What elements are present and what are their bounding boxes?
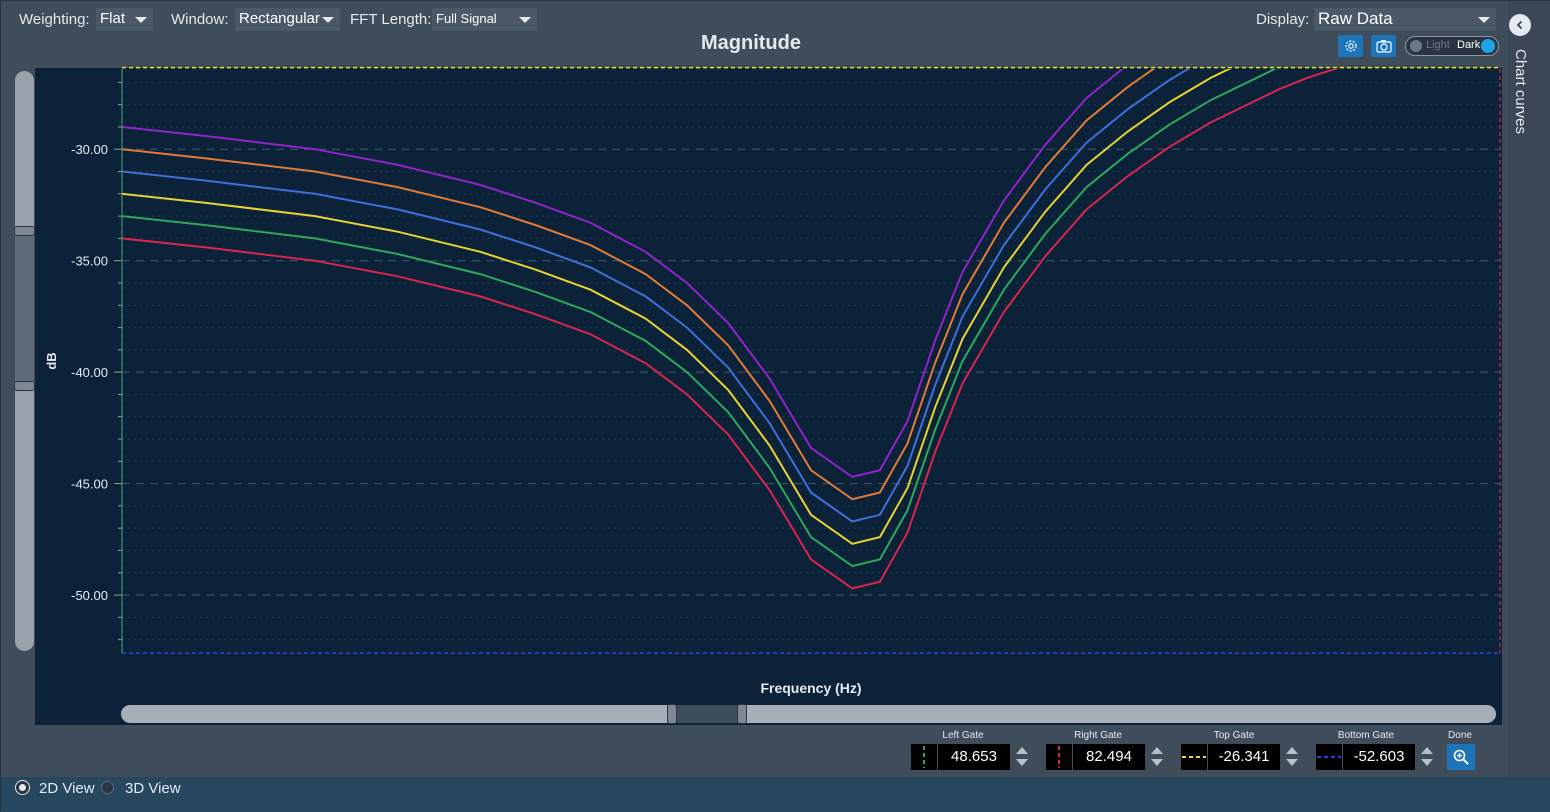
- right-gate-line-icon: [1058, 746, 1060, 768]
- chevron-up-icon[interactable]: [1151, 747, 1163, 754]
- y-axis-label: dB: [44, 352, 59, 369]
- right-gate-swatch: [1046, 744, 1072, 770]
- top-gate-input[interactable]: -26.341: [1208, 744, 1280, 770]
- bottom-gate-line-icon: [1317, 756, 1341, 758]
- app-window: Weighting: Flat Window: Rectangular FFT …: [0, 0, 1550, 812]
- done-label: Done: [1448, 730, 1472, 741]
- top-gate-spinner[interactable]: [1283, 744, 1301, 770]
- horizontal-range-thumb[interactable]: [671, 705, 743, 723]
- chevron-up-icon[interactable]: [1016, 747, 1028, 754]
- vertical-range-thumb[interactable]: [15, 231, 34, 387]
- bottom-gate-input[interactable]: -52.603: [1343, 744, 1415, 770]
- horizontal-range-handle-right[interactable]: [737, 704, 747, 724]
- right-gate-spinner[interactable]: [1148, 744, 1166, 770]
- top-gate-line-icon: [1182, 756, 1206, 758]
- bottom-gate-label: Bottom Gate: [1337, 730, 1395, 741]
- left-gate-line-icon: [923, 746, 925, 768]
- chevron-up-icon[interactable]: [1421, 747, 1433, 754]
- left-gate-swatch: [911, 744, 937, 770]
- top-gate-label: Top Gate: [1213, 730, 1255, 741]
- y-tick-label: -40.00: [71, 365, 108, 380]
- y-tick-label: -45.00: [71, 477, 108, 492]
- chevron-down-icon[interactable]: [1151, 759, 1163, 766]
- grid: [122, 81, 1500, 641]
- series-line-6: [122, 69, 1339, 590]
- chevron-down-icon[interactable]: [1421, 759, 1433, 766]
- vertical-range-handle-bottom[interactable]: [14, 381, 35, 391]
- y-tick-label: -35.00: [71, 254, 108, 269]
- y-axis: -30.00 -35.00 -40.00 -45.00 -50.00: [71, 69, 123, 653]
- series-line-4: [122, 69, 1232, 545]
- view-3d-label[interactable]: 3D View: [125, 780, 181, 797]
- series-layer: [122, 69, 1339, 590]
- gate-lines[interactable]: [121, 66, 1501, 654]
- y-tick-label: -30.00: [71, 142, 108, 157]
- series-line-3: [122, 69, 1190, 523]
- chevron-down-icon[interactable]: [1016, 759, 1028, 766]
- done-zoom-button[interactable]: [1447, 744, 1475, 770]
- horizontal-range-scrollbar[interactable]: [121, 705, 1496, 723]
- view-2d-radio[interactable]: [16, 781, 29, 794]
- magnitude-chart[interactable]: -30.00 -35.00 -40.00 -45.00 -50.00 dB Freque…: [1, 1, 1550, 812]
- chevron-down-icon[interactable]: [1286, 759, 1298, 766]
- series-line-1: [122, 69, 1124, 478]
- chevron-up-icon[interactable]: [1286, 747, 1298, 754]
- view-2d-label[interactable]: 2D View: [39, 780, 95, 797]
- bottom-gate-swatch: [1316, 744, 1342, 770]
- left-gate-label: Left Gate: [942, 730, 984, 741]
- series-line-5: [122, 69, 1278, 568]
- left-gate-input[interactable]: 48.653: [938, 744, 1010, 770]
- view-3d-radio[interactable]: [101, 781, 114, 794]
- right-gate-input[interactable]: 82.494: [1073, 744, 1145, 770]
- y-tick-label: -50.00: [71, 588, 108, 603]
- right-gate-label: Right Gate: [1074, 730, 1122, 741]
- left-gate-spinner[interactable]: [1013, 744, 1031, 770]
- zoom-in-icon: [1453, 749, 1469, 765]
- vertical-range-handle-top[interactable]: [14, 226, 35, 236]
- top-gate-swatch: [1181, 744, 1207, 770]
- x-axis-label: Frequency (Hz): [760, 680, 861, 696]
- bottom-gate-spinner[interactable]: [1418, 744, 1436, 770]
- horizontal-range-handle-left[interactable]: [667, 704, 677, 724]
